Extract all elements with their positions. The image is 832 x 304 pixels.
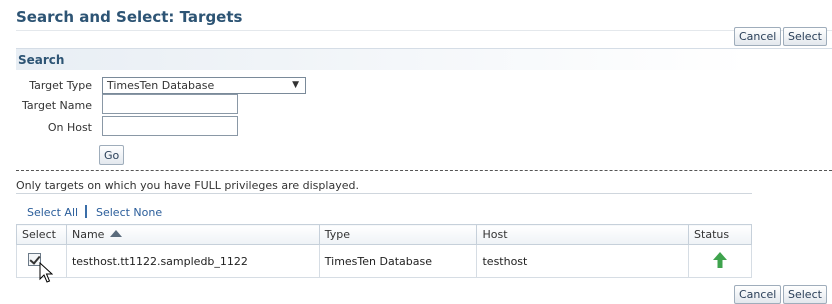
target-type-selected-value: TimesTen Database [107, 79, 215, 92]
privileges-note: Only targets on which you have FULL priv… [16, 179, 359, 192]
link-separator [85, 205, 87, 218]
cancel-button-top[interactable]: Cancel [734, 27, 782, 46]
column-header-host[interactable]: Host [476, 224, 690, 245]
column-header-type[interactable]: Type [318, 224, 478, 245]
cancel-button-bottom[interactable]: Cancel [734, 285, 782, 304]
table-row[interactable]: testhost.tt1122.sampledb_1122 TimesTen D… [16, 244, 752, 278]
column-header-name[interactable]: Name [65, 224, 320, 245]
target-name-label: Target Name [22, 99, 92, 112]
row-status-cell [688, 244, 752, 278]
select-all-link[interactable]: Select All [27, 206, 78, 219]
go-button[interactable]: Go [99, 145, 125, 165]
search-heading: Search [18, 53, 65, 67]
row-type-cell: TimesTen Database [318, 244, 478, 278]
mouse-pointer-icon [39, 262, 53, 283]
column-header-status[interactable]: Status [688, 224, 752, 245]
dropdown-arrow-icon: ▼ [292, 80, 299, 90]
section-divider [16, 170, 832, 171]
select-button-top[interactable]: Select [783, 27, 827, 46]
select-button-bottom[interactable]: Select [783, 285, 827, 304]
title-divider [16, 30, 832, 31]
results-table: Select Name Type Host Status testhost.tt… [16, 224, 752, 278]
select-none-link[interactable]: Select None [96, 206, 162, 219]
on-host-input[interactable] [102, 116, 238, 136]
row-name-cell: testhost.tt1122.sampledb_1122 [65, 244, 320, 278]
target-type-select[interactable]: TimesTen Database ▼ [102, 77, 306, 94]
on-host-label: On Host [47, 121, 92, 134]
target-name-input[interactable] [102, 94, 238, 114]
arrow-up-icon [713, 251, 728, 268]
column-header-select: Select [16, 224, 67, 245]
search-section-header: Search [16, 48, 832, 70]
sort-ascending-icon[interactable] [110, 230, 123, 237]
row-host-cell: testhost [476, 244, 690, 278]
column-header-name-label: Name [71, 228, 105, 241]
note-divider [16, 193, 752, 194]
page-title: Search and Select: Targets [16, 8, 243, 26]
target-type-label: Target Type [29, 79, 92, 92]
